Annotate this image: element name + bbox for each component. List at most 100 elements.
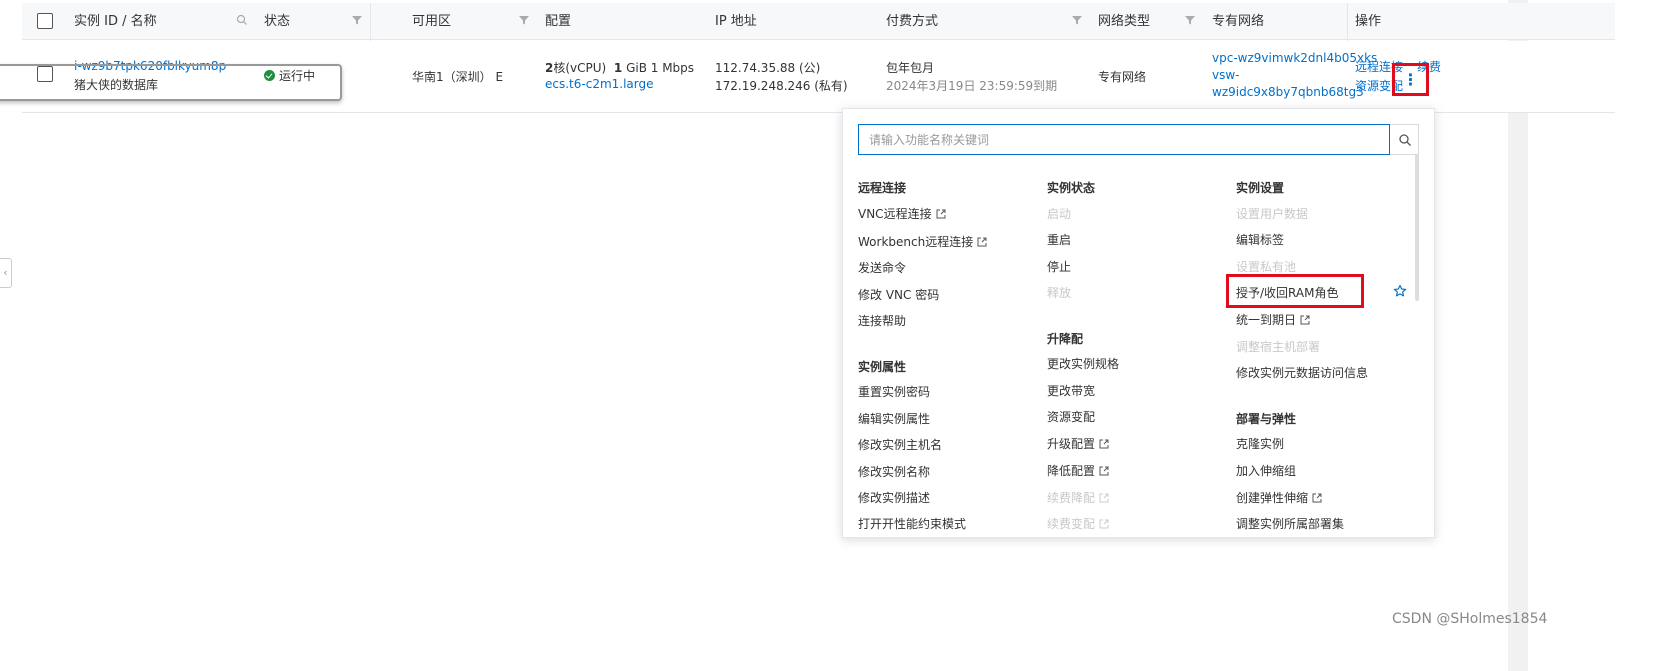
menu-item-host-deploy[interactable]: 调整宿主机部署 [1236, 338, 1320, 355]
menu-item-downgrade[interactable]: 降低配置 [1047, 462, 1109, 479]
vswitch-prefix[interactable]: vsw- [1212, 68, 1240, 82]
menu-item-label: 降低配置 [1047, 464, 1096, 478]
header-vpc: 专有网络 [1212, 14, 1265, 29]
search-input[interactable] [858, 124, 1390, 155]
menu-item-label: 升级配置 [1047, 437, 1096, 451]
menu-item-user-data[interactable]: 设置用户数据 [1236, 205, 1308, 222]
header-ip: IP 地址 [715, 14, 757, 29]
status-badge: 运行中 [264, 67, 315, 84]
menu-item-stop[interactable]: 停止 [1047, 258, 1071, 275]
menu-item-join-scaling-group[interactable]: 加入伸缩组 [1236, 462, 1296, 479]
menu-item-release[interactable]: 释放 [1047, 284, 1071, 301]
more-actions-button[interactable]: ⋮ [1392, 63, 1429, 96]
external-link-icon [1312, 492, 1322, 503]
menu-item-upgrade[interactable]: 升级配置 [1047, 435, 1109, 452]
network-type-value: 专有网络 [1098, 70, 1147, 84]
menu-item-clone[interactable]: 克隆实例 [1236, 435, 1284, 452]
panel-scrollbar[interactable] [1415, 154, 1419, 301]
menu-item-edit-hostname[interactable]: 修改实例主机名 [858, 436, 942, 453]
menu-item-unify-expiry[interactable]: 统一到期日 [1236, 311, 1310, 328]
external-link-icon [1099, 438, 1109, 449]
menu-item-edit-attributes[interactable]: 编辑实例属性 [858, 410, 930, 427]
menu-item-vnc[interactable]: VNC远程连接 [858, 205, 946, 222]
group-title-attributes: 实例属性 [858, 360, 907, 374]
more-actions-panel: 远程连接 VNC远程连接 Workbench远程连接 发送命令 修改 VNC 密… [842, 108, 1435, 538]
menu-item-label: VNC远程连接 [858, 207, 932, 221]
cpu-unit: 核(vCPU) [553, 61, 607, 75]
table-row: i-wz9b7tpk620fblkyum8p 猪大侠的数据库 运行中 华南1（深… [22, 41, 1615, 113]
header-config: 配置 [545, 14, 572, 29]
external-link-icon [1099, 518, 1109, 529]
group-title-resize: 升降配 [1047, 332, 1084, 346]
header-actions: 操作 [1355, 14, 1382, 29]
ecs-instance-page: 实例 ID / 名称 状态 可用区 配置 IP 地址 付费方式 网络类型 专有网… [0, 0, 1657, 671]
search-box [858, 124, 1419, 155]
group-title-instance-state: 实例状态 [1047, 181, 1096, 195]
instance-table: 实例 ID / 名称 状态 可用区 配置 IP 地址 付费方式 网络类型 专有网… [22, 3, 1615, 113]
menu-item-connect-help[interactable]: 连接帮助 [858, 312, 906, 329]
menu-item-label: 续费变配 [1047, 517, 1096, 531]
menu-item-performance-mode[interactable]: 打开开性能约束模式 [858, 515, 966, 532]
external-link-icon [1099, 465, 1109, 476]
table-header: 实例 ID / 名称 状态 可用区 配置 IP 地址 付费方式 网络类型 专有网… [22, 3, 1615, 113]
menu-item-metadata-access[interactable]: 修改实例元数据访问信息 [1236, 364, 1368, 381]
menu-item-reset-password[interactable]: 重置实例密码 [858, 383, 930, 400]
menu-item-deployment-set[interactable]: 调整实例所属部署集 [1236, 515, 1344, 532]
billing-expire: 2024年3月19日 23:59:59到期 [886, 79, 1058, 93]
memory-count: 1 [613, 61, 623, 75]
filter-icon[interactable] [518, 14, 530, 26]
external-link-icon [936, 208, 946, 219]
external-link-icon [1099, 492, 1109, 503]
menu-item-label: 统一到期日 [1236, 313, 1297, 327]
filter-icon[interactable] [1071, 14, 1083, 26]
header-zone: 可用区 [412, 14, 452, 29]
external-link-icon [977, 236, 987, 247]
filter-icon[interactable] [351, 14, 363, 26]
menu-item-private-pool[interactable]: 设置私有池 [1236, 258, 1296, 275]
menu-item-change-spec[interactable]: 更改实例规格 [1047, 355, 1119, 372]
group-title-remote: 远程连接 [858, 181, 907, 195]
external-link-icon [1300, 314, 1310, 325]
collapse-handle[interactable]: ‹ [0, 258, 12, 288]
billing-type: 包年包月 [886, 61, 935, 75]
vswitch-id-link[interactable]: wz9idc9x8by7qbnb68tg3 [1212, 85, 1364, 99]
menu-item-start[interactable]: 启动 [1047, 205, 1071, 222]
menu-item-resource-change[interactable]: 资源变配 [1047, 408, 1095, 425]
status-text: 运行中 [279, 69, 316, 83]
menu-item-ram-role[interactable]: 授予/收回RAM角色 [1236, 284, 1338, 301]
header-network-type: 网络类型 [1098, 14, 1151, 29]
config-spec: 2核(vCPU) 1 GiB 1 Mbps [545, 59, 694, 76]
instance-name: 猪大侠的数据库 [74, 78, 159, 92]
watermark: CSDN @SHolmes1854 [1392, 611, 1548, 627]
search-icon[interactable] [1398, 132, 1412, 146]
menu-item-workbench[interactable]: Workbench远程连接 [858, 233, 987, 250]
menu-item-vnc-password[interactable]: 修改 VNC 密码 [858, 286, 939, 303]
menu-item-label: 创建弹性伸缩 [1236, 491, 1309, 505]
group-title-instance-settings: 实例设置 [1236, 181, 1285, 195]
group-title-deploy-elastic: 部署与弹性 [1236, 412, 1297, 426]
menu-item-change-bandwidth[interactable]: 更改带宽 [1047, 382, 1095, 399]
filter-icon[interactable] [1184, 14, 1196, 26]
menu-item-edit-name[interactable]: 修改实例名称 [858, 463, 930, 480]
search-icon[interactable] [236, 14, 248, 26]
menu-item-edit-tags[interactable]: 编辑标签 [1236, 231, 1284, 248]
select-all-checkbox[interactable] [37, 13, 53, 29]
private-ip: 172.19.248.246 (私有) [715, 79, 848, 93]
star-icon[interactable] [1393, 283, 1407, 297]
instance-type-link[interactable]: ecs.t6-c2m1.large [545, 77, 654, 91]
menu-item-send-command[interactable]: 发送命令 [858, 259, 906, 276]
instance-id-link[interactable]: i-wz9b7tpk620fblkyum8p [74, 59, 226, 73]
header-billing: 付费方式 [886, 14, 939, 29]
menu-item-label: 续费降配 [1047, 491, 1096, 505]
vpc-id-link[interactable]: vpc-wz9vimwk2dnl4b05xks [1212, 51, 1377, 65]
header-instance-id-name: 实例 ID / 名称 [74, 14, 157, 29]
menu-item-renew-downgrade[interactable]: 续费降配 [1047, 489, 1109, 506]
public-ip: 112.74.35.88 (公) [715, 61, 821, 75]
row-checkbox[interactable] [37, 66, 53, 82]
menu-item-create-autoscaling[interactable]: 创建弹性伸缩 [1236, 489, 1322, 506]
menu-item-label: Workbench远程连接 [858, 235, 974, 249]
check-circle-icon [264, 70, 275, 81]
menu-item-renew-change[interactable]: 续费变配 [1047, 515, 1109, 532]
menu-item-restart[interactable]: 重启 [1047, 231, 1071, 248]
menu-item-edit-description[interactable]: 修改实例描述 [858, 489, 930, 506]
